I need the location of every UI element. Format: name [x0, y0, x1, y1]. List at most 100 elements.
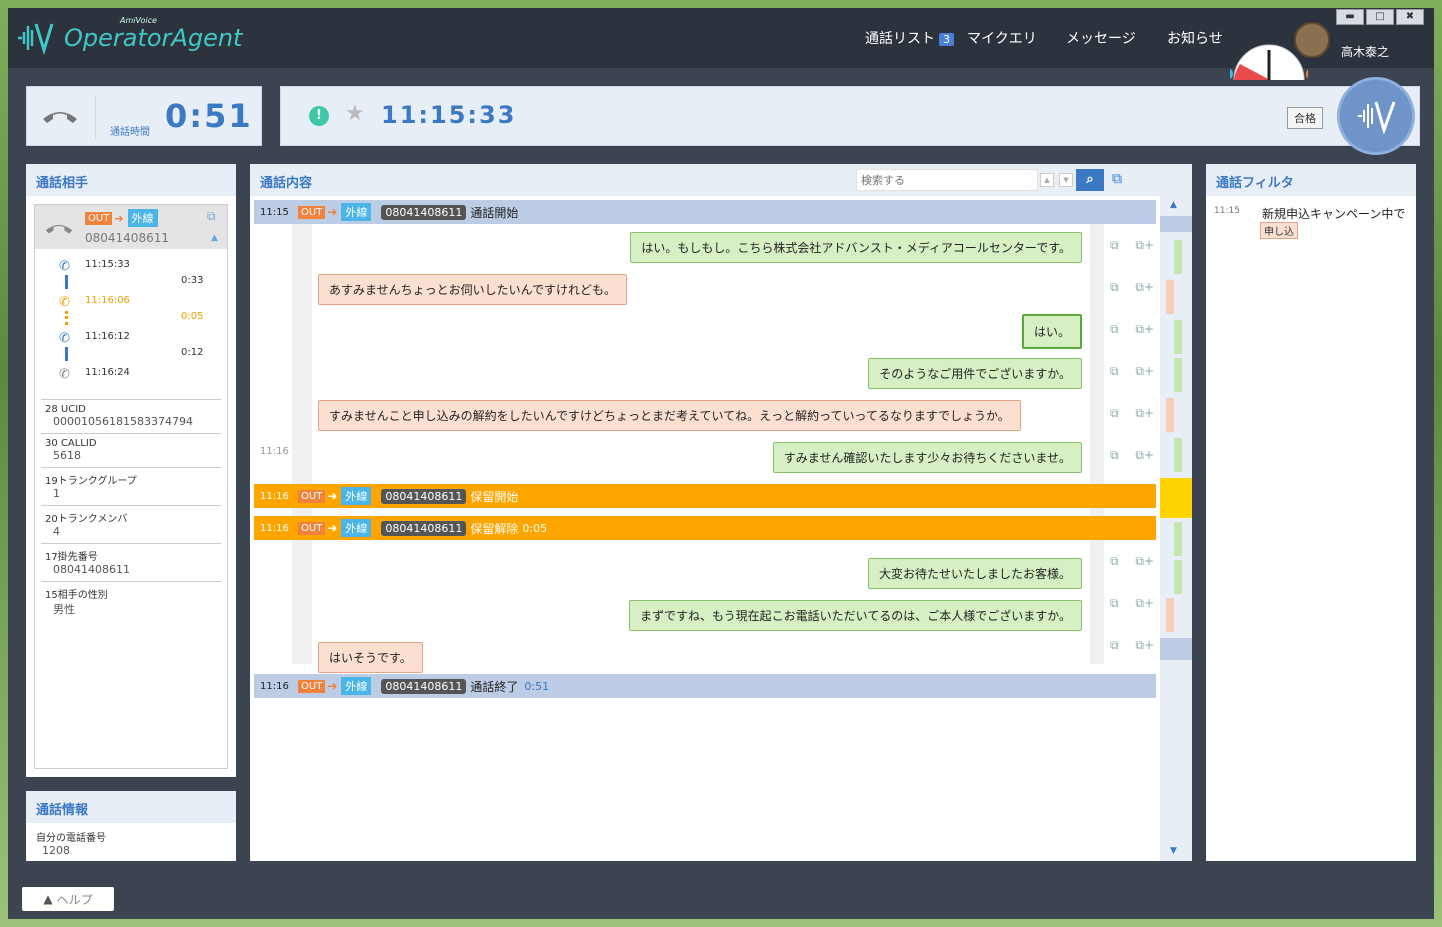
alert-icon[interactable]: ! — [309, 106, 329, 126]
voice-wave-icon — [1358, 101, 1396, 135]
add-copy-icon[interactable]: ⧉+ — [1135, 364, 1154, 379]
event-number: 08041408611 — [381, 678, 467, 694]
scroll-down-icon[interactable]: ▼ — [1170, 846, 1177, 856]
field-ucid: 28 UCID 00001056181583374794 — [41, 400, 221, 434]
add-copy-icon[interactable]: ⧉+ — [1135, 638, 1154, 653]
phone-icon: ✆ — [59, 331, 70, 346]
timeline-duration: 0:05 — [181, 311, 204, 322]
customer-message: はいそうです。 — [318, 642, 423, 673]
copy-icon[interactable]: ⧉ — [207, 209, 216, 224]
add-copy-icon[interactable]: ⧉+ — [1135, 554, 1154, 569]
copy-icon[interactable]: ⧉ — [1110, 448, 1119, 463]
operator-message-selected[interactable]: はい。 — [1021, 314, 1082, 349]
copy-icon[interactable]: ⧉ — [1110, 364, 1119, 379]
add-copy-icon[interactable]: ⧉+ — [1135, 322, 1154, 337]
event-time: 11:15 — [260, 206, 289, 218]
star-icon[interactable]: ★ — [345, 101, 365, 126]
event-number: 08041408611 — [381, 520, 467, 536]
pass-button[interactable]: 合格 — [1287, 107, 1323, 129]
field-callid: 30 CALLID 5618 — [41, 434, 221, 468]
field-trunk-group: 19トランクグループ 1 — [41, 468, 221, 506]
out-arrow-icon: ➜ — [327, 205, 338, 219]
event-duration: 0:51 — [524, 679, 550, 693]
call-list-count-badge: 3 — [939, 33, 954, 46]
partner-panel: 通話相手 OUT ➜ 外線 08041408611 ⧉ ▲ ✆ 11:15:33… — [26, 164, 236, 777]
operator-message: すみません確認いたします少々お待ちくださいませ。 — [772, 442, 1082, 473]
copy-all-icon[interactable]: ⧉ — [1112, 171, 1122, 187]
copy-icon[interactable]: ⧉ — [1110, 280, 1119, 295]
maximize-button[interactable]: □ — [1366, 9, 1394, 25]
conversation-area: 11:15 OUT ➜ 外線 08041408611 通話開始 はい。もしもし。… — [250, 196, 1156, 861]
timeline-item: ✆ 11:16:06 0:05 — [35, 291, 227, 327]
out-tag: OUT — [298, 679, 326, 693]
side-time: 11:16 — [260, 446, 289, 457]
scroll-up-icon[interactable]: ▲ — [1170, 200, 1177, 210]
operator-message: そのようなご用件でございますか。 — [868, 358, 1082, 389]
add-copy-icon[interactable]: ⧉+ — [1135, 406, 1154, 421]
status-bar: ! ★ 11:15:33 合格 — [280, 77, 1420, 155]
copy-icon[interactable]: ⧉ — [1110, 554, 1119, 569]
nav-my-query[interactable]: マイクエリ — [967, 28, 1037, 48]
event-hold-start: 11:16 OUT ➜ 外線 08041408611 保留開始 — [254, 484, 1156, 508]
warning-icon: ▲ — [43, 892, 53, 906]
copy-icon[interactable]: ⧉ — [1110, 238, 1119, 253]
timeline-time: 11:16:24 — [85, 367, 130, 378]
filter-time: 11:15 — [1214, 206, 1240, 216]
timeline-item: ✆ 11:15:33 0:33 — [35, 255, 227, 291]
brand-small: AmiVoice — [120, 16, 157, 25]
collapse-icon[interactable]: ▲ — [211, 233, 218, 243]
search-input[interactable] — [856, 169, 1038, 191]
copy-icon[interactable]: ⧉ — [1110, 596, 1119, 611]
close-button[interactable]: ✖ — [1396, 9, 1424, 25]
search-next-button[interactable]: ▼ — [1059, 173, 1073, 187]
search-button[interactable]: ⌕ — [1076, 169, 1104, 191]
gai-tag: 外線 — [127, 209, 158, 227]
event-call-start: 11:15 OUT ➜ 外線 08041408611 通話開始 — [254, 200, 1156, 224]
brand-name: OperatorAgent — [64, 24, 243, 52]
message-actions: ⧉ ⧉+ — [1110, 638, 1154, 653]
partner-card: OUT ➜ 外線 08041408611 ⧉ ▲ ✆ 11:15:33 0:33… — [34, 204, 228, 769]
user-avatar[interactable] — [1294, 22, 1330, 58]
add-copy-icon[interactable]: ⧉+ — [1135, 238, 1154, 253]
nav-call-list[interactable]: 通話リスト 3 — [865, 28, 954, 48]
add-copy-icon[interactable]: ⧉+ — [1135, 280, 1154, 295]
copy-icon[interactable]: ⧉ — [1110, 638, 1119, 653]
timeline-item: ✆ 11:16:12 0:12 — [35, 327, 227, 363]
out-tag: OUT — [298, 205, 326, 219]
partner-header[interactable]: OUT ➜ 外線 08041408611 ⧉ ▲ — [35, 205, 227, 249]
call-time-label: 通話時間 — [110, 127, 150, 138]
call-info-panel: 通話情報 自分の電話番号 1208 — [26, 791, 236, 861]
overview-scrollbar[interactable]: ▲ ▼ — [1160, 196, 1192, 861]
phone-hangup-icon — [45, 224, 73, 234]
top-bar: AmiVoice OperatorAgent 通話リスト 3 マイクエリ メッセー… — [8, 8, 1434, 80]
event-label: 通話終了 — [470, 679, 519, 694]
content-title: 通話内容 — [260, 176, 313, 191]
message-actions: ⧉ ⧉+ — [1110, 596, 1154, 611]
copy-icon[interactable]: ⧉ — [1110, 406, 1119, 421]
content-panel: 通話内容 ▲ ▼ ⌕ ⧉ 11:15 OUT ➜ 外線 08041408611 … — [250, 164, 1192, 861]
filter-item[interactable]: 11:15 新規申込キャンペーン中です！ 申し込 — [1206, 196, 1416, 239]
partner-number: 08041408611 — [85, 231, 169, 245]
minimize-button[interactable]: ▬ — [1336, 9, 1364, 25]
window-controls: ▬ □ ✖ — [1336, 9, 1426, 25]
event-label: 保留解除 — [470, 521, 519, 536]
out-tag: OUT — [85, 211, 113, 225]
phone-hangup-icon — [43, 112, 77, 123]
help-button[interactable]: ▲ ヘルプ — [22, 887, 114, 911]
phone-icon: ✆ — [59, 259, 70, 274]
copy-icon[interactable]: ⧉ — [1110, 322, 1119, 337]
amivoice-orb-button[interactable] — [1337, 77, 1415, 155]
filter-title: 通話フィルタ — [1206, 164, 1416, 196]
event-time: 11:16 — [260, 490, 289, 502]
customer-message: あすみませんちょっとお伺いしたいんですけれども。 — [318, 274, 628, 305]
timeline-duration: 0:12 — [181, 347, 204, 358]
timeline-time: 11:16:06 — [85, 295, 130, 306]
search-prev-button[interactable]: ▲ — [1040, 173, 1054, 187]
add-copy-icon[interactable]: ⧉+ — [1135, 596, 1154, 611]
message-actions: ⧉ ⧉+ — [1110, 406, 1154, 421]
nav-message[interactable]: メッセージ — [1066, 28, 1136, 48]
message-actions: ⧉ ⧉+ — [1110, 322, 1154, 337]
add-copy-icon[interactable]: ⧉+ — [1135, 448, 1154, 463]
gai-tag: 外線 — [341, 677, 372, 695]
nav-notice[interactable]: お知らせ — [1167, 28, 1223, 48]
